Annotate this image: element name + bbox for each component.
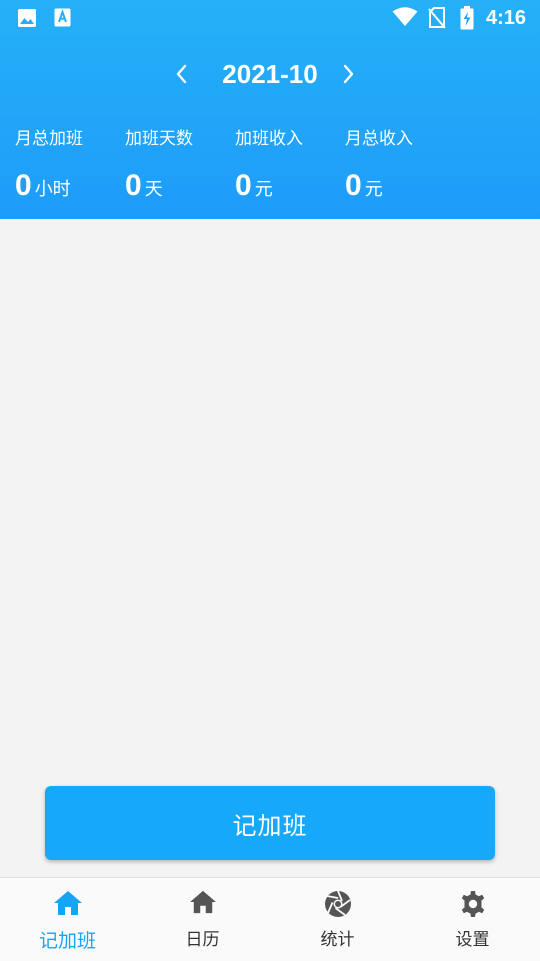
no-sim-icon	[428, 7, 446, 29]
stat-monthly-overtime: 月总加班 0 小时	[15, 126, 125, 206]
stat-value: 0	[125, 169, 142, 202]
tab-calendar[interactable]: 日历	[135, 878, 270, 961]
tab-statistics[interactable]: 统计	[270, 878, 405, 961]
header: 4:16 2021-10 月总加班 0 小时 加班天数 0天 加班收入 0元 月…	[0, 0, 540, 219]
bottom-navigation: 记加班 日历 统计 设置	[0, 877, 540, 961]
stat-label: 月总收入	[345, 129, 413, 149]
gear-icon	[461, 891, 484, 917]
record-overtime-button[interactable]: 记加班	[45, 786, 495, 860]
stat-unit: 元	[364, 179, 383, 200]
tab-label: 记加班	[38, 930, 96, 952]
stat-label: 月总加班	[15, 129, 83, 149]
stat-unit: 小时	[34, 179, 71, 200]
stat-monthly-income: 月总收入 0元	[345, 126, 455, 206]
stat-unit: 元	[254, 179, 273, 200]
status-bar: 4:16	[0, 0, 540, 36]
aperture-icon	[324, 890, 351, 917]
stat-label: 加班收入	[235, 129, 303, 149]
tab-label: 统计	[320, 930, 355, 950]
tab-record-overtime[interactable]: 记加班	[0, 878, 135, 961]
current-month-label: 2021-10	[222, 59, 318, 89]
next-month-button[interactable]	[331, 56, 367, 92]
chevron-right-icon	[343, 64, 354, 84]
home-icon	[189, 890, 216, 914]
stat-label: 加班天数	[125, 129, 193, 149]
chevron-left-icon	[176, 64, 187, 84]
tab-label: 设置	[455, 930, 490, 950]
status-time: 4:16	[485, 7, 526, 29]
prev-month-button[interactable]	[163, 56, 199, 92]
stat-overtime-days: 加班天数 0天	[125, 126, 235, 206]
battery-charging-icon	[460, 6, 474, 30]
stat-value: 0	[345, 169, 362, 202]
wifi-icon	[392, 7, 418, 26]
stat-value: 0	[15, 169, 32, 202]
text-a-icon	[54, 8, 71, 27]
stat-value: 0	[235, 169, 252, 202]
month-navigator: 2021-10	[0, 56, 540, 92]
home-icon	[53, 891, 82, 915]
tab-label: 日历	[185, 930, 220, 950]
tab-settings[interactable]: 设置	[405, 878, 540, 961]
image-icon	[18, 9, 36, 27]
stat-overtime-income: 加班收入 0元	[235, 126, 345, 206]
stat-unit: 天	[144, 179, 163, 200]
